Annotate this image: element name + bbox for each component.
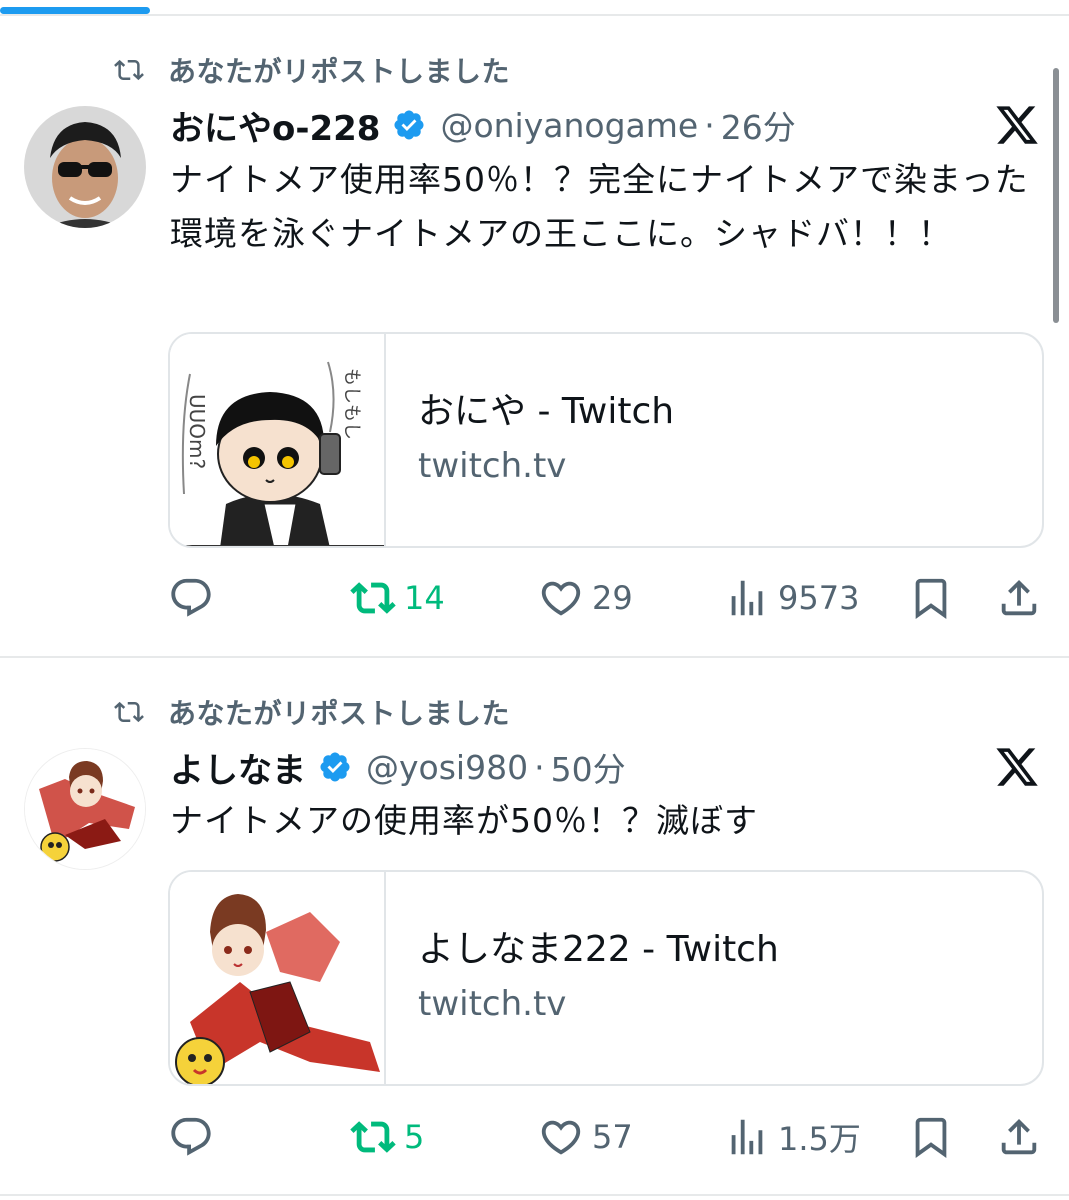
repost-count: 5 bbox=[404, 1118, 425, 1156]
handle[interactable]: @oniyanogame bbox=[440, 106, 698, 145]
repost-icon bbox=[114, 701, 144, 723]
like-button[interactable]: 29 bbox=[538, 573, 633, 623]
like-icon bbox=[541, 581, 581, 616]
x-logo-icon[interactable] bbox=[994, 102, 1040, 148]
tweet-text: ナイトメア使用率50％！？完全にナイトメアで染まった環境を泳ぐナイトメアの王ここ… bbox=[170, 160, 1029, 253]
repost-label: あなたがリポストしました bbox=[168, 697, 511, 730]
avatar[interactable] bbox=[24, 748, 146, 870]
like-count: 29 bbox=[592, 579, 633, 617]
like-count: 57 bbox=[592, 1118, 633, 1156]
link-card[interactable]: UUOm? もしもし おにや - Twitch twitch.tv bbox=[168, 332, 1044, 548]
tweet-header: おにやo-228 @oniyanogame · 26分 bbox=[170, 100, 796, 150]
views-button[interactable]: 1.5万 bbox=[724, 1112, 861, 1162]
tweet-text: ナイトメアの使用率が50％！？滅ぼす bbox=[170, 801, 758, 840]
views-button[interactable]: 9573 bbox=[724, 573, 859, 623]
tweet[interactable]: あなたがリポストしました よしなま @yosi980 · 50分 ナイトメアの使… bbox=[0, 658, 1069, 1192]
views-icon bbox=[731, 1119, 763, 1155]
tweet[interactable]: あなたがリポストしました おにやo-228 @oniyanogame · 26分… bbox=[0, 0, 1069, 655]
bookmark-icon bbox=[915, 1117, 947, 1158]
views-icon bbox=[731, 580, 763, 616]
svg-text:UUOm?: UUOm? bbox=[185, 394, 209, 469]
card-title: よしなま222 - Twitch bbox=[418, 929, 779, 970]
repost-label: あなたがリポストしました bbox=[168, 55, 511, 88]
like-button[interactable]: 57 bbox=[538, 1112, 633, 1162]
tweet-actions: 14 29 9573 bbox=[168, 573, 1048, 623]
tweet-actions: 5 57 1.5万 bbox=[168, 1112, 1048, 1162]
timestamp[interactable]: 26分 bbox=[721, 101, 796, 149]
card-thumbnail bbox=[170, 872, 386, 1084]
views-count: 1.5万 bbox=[778, 1120, 861, 1158]
avatar[interactable] bbox=[24, 106, 146, 228]
reply-icon bbox=[171, 578, 211, 617]
timeline: あなたがリポストしました おにやo-228 @oniyanogame · 26分… bbox=[0, 0, 1069, 1200]
x-logo-icon[interactable] bbox=[994, 744, 1040, 790]
repost-count: 14 bbox=[404, 579, 445, 617]
verified-badge-icon[interactable] bbox=[318, 750, 352, 784]
handle[interactable]: @yosi980 bbox=[366, 748, 528, 787]
reply-button[interactable] bbox=[168, 1112, 222, 1162]
link-card[interactable]: よしなま222 - Twitch twitch.tv bbox=[168, 870, 1044, 1086]
share-button[interactable] bbox=[996, 573, 1042, 623]
tweet-header: よしなま @yosi980 · 50分 bbox=[170, 742, 626, 792]
card-thumbnail: UUOm? もしもし bbox=[170, 334, 386, 546]
like-icon bbox=[541, 1120, 581, 1155]
share-icon bbox=[1001, 579, 1037, 616]
share-icon bbox=[1001, 1118, 1037, 1155]
svg-text:もしもし: もしもし bbox=[341, 368, 362, 440]
repost-icon bbox=[114, 59, 144, 81]
repost-button[interactable]: 5 bbox=[350, 1112, 424, 1162]
repost-icon bbox=[350, 582, 396, 614]
display-name[interactable]: よしなま bbox=[170, 743, 306, 792]
separator: · bbox=[534, 747, 545, 787]
reply-icon bbox=[171, 1117, 211, 1156]
verified-badge-icon[interactable] bbox=[392, 108, 426, 142]
repost-context: あなたがリポストしました bbox=[108, 50, 510, 90]
share-button[interactable] bbox=[996, 1112, 1042, 1162]
card-domain: twitch.tv bbox=[418, 984, 567, 1024]
card-domain: twitch.tv bbox=[418, 446, 567, 486]
views-count: 9573 bbox=[778, 579, 860, 617]
display-name[interactable]: おにやo-228 bbox=[170, 101, 380, 150]
bookmark-button[interactable] bbox=[908, 573, 954, 623]
repost-button[interactable]: 14 bbox=[350, 573, 445, 623]
tweet-divider bbox=[0, 1194, 1069, 1196]
repost-icon bbox=[350, 1121, 396, 1153]
timestamp[interactable]: 50分 bbox=[551, 743, 626, 791]
repost-context: あなたがリポストしました bbox=[108, 692, 510, 732]
bookmark-icon bbox=[915, 578, 947, 619]
separator: · bbox=[704, 105, 715, 145]
card-title: おにや - Twitch bbox=[418, 391, 675, 432]
reply-button[interactable] bbox=[168, 573, 222, 623]
bookmark-button[interactable] bbox=[908, 1112, 954, 1162]
